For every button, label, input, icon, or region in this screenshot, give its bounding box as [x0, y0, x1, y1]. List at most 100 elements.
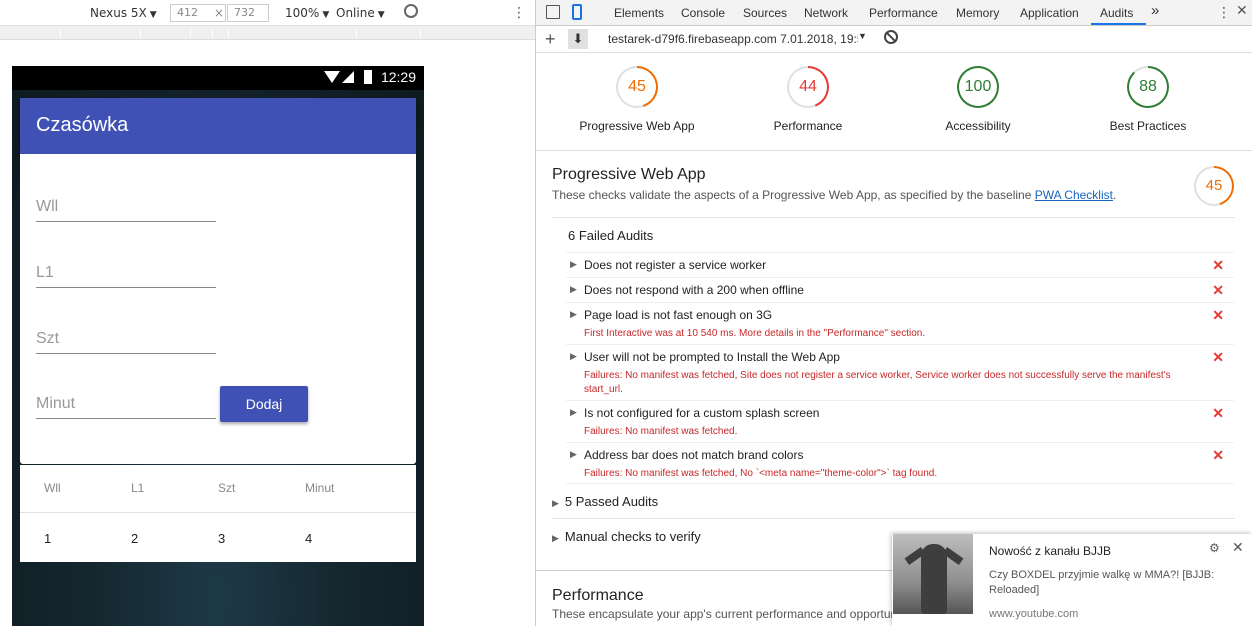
more-tabs-icon[interactable]: »	[1151, 2, 1159, 19]
audit-row[interactable]: ▶ Does not register a service worker ✕	[566, 252, 1234, 277]
tab-elements[interactable]: Elements	[614, 6, 664, 20]
score-best-practices[interactable]: 88 Best Practices	[1088, 66, 1208, 133]
tab-console[interactable]: Console	[681, 6, 725, 20]
devtools-menu-icon[interactable]: ⋮	[1217, 6, 1231, 20]
minut-input[interactable]: Minut	[36, 391, 216, 419]
audit-row[interactable]: ▶ Does not respond with a 200 when offli…	[566, 277, 1234, 302]
notification-thumbnail	[893, 534, 973, 614]
network-select[interactable]: Online ▼	[336, 6, 385, 20]
device-pane: Nexus 5X ▼ 412 × 732 100% ▼ Online ▼ ⋮ 12:2…	[0, 0, 535, 626]
audit-title: Address bar does not match brand colors	[584, 448, 804, 462]
notification-body: Czy BOXDEL przyjmie walkę w MMA?! [BJJB:…	[989, 569, 1215, 596]
manual-checks-label: Manual checks to verify	[564, 529, 701, 544]
manual-checks-toggle[interactable]: ▶ Manual checks to verify	[552, 529, 701, 544]
form-card: Wll L1 Szt Minut Dodaj	[20, 154, 416, 464]
tab-application[interactable]: Application	[1020, 6, 1079, 20]
results-table: Wll L1 Szt Minut 1 2 3 4	[20, 465, 416, 562]
close-devtools-icon[interactable]: ✕	[1236, 3, 1248, 19]
expand-arrow-icon[interactable]: ▶	[570, 309, 577, 320]
close-icon[interactable]: ✕	[1232, 539, 1244, 556]
dropdown-arrow-icon[interactable]: ▼	[858, 31, 867, 41]
audit-title: User will not be prompted to Install the…	[584, 350, 840, 364]
score-value: 45	[1196, 168, 1232, 204]
score-value: 88	[1129, 68, 1167, 106]
expand-arrow-icon[interactable]: ▶	[570, 284, 577, 295]
dropdown-arrow-icon: ▼	[322, 10, 330, 20]
expand-arrow-icon[interactable]: ▶	[570, 407, 577, 418]
audit-row[interactable]: ▶ Address bar does not match brand color…	[566, 442, 1234, 484]
passed-audits-toggle[interactable]: ▶ 5 Passed Audits	[552, 494, 658, 509]
dropdown-arrow-icon: ▼	[149, 10, 157, 20]
score-gauge: 100	[957, 66, 999, 108]
divider	[552, 518, 1235, 519]
rotate-icon[interactable]	[404, 4, 418, 18]
audit-row[interactable]: ▶ Is not configured for a custom splash …	[566, 400, 1234, 442]
devtools-pane: Elements Console Sources Network Perform…	[536, 0, 1252, 626]
device-select[interactable]: Nexus 5X ▼	[90, 6, 157, 20]
expand-arrow-icon[interactable]: ▶	[570, 259, 577, 270]
table-header-minut: Minut	[305, 481, 335, 495]
height-input[interactable]: 732	[227, 4, 269, 22]
fail-icon: ✕	[1212, 447, 1224, 463]
pwa-checklist-link[interactable]: PWA Checklist	[1035, 188, 1113, 202]
szt-input[interactable]: Szt	[36, 326, 216, 354]
table-cell: 4	[305, 531, 313, 546]
gear-icon[interactable]: ⚙	[1209, 541, 1220, 555]
l1-input[interactable]: L1	[36, 260, 216, 288]
audit-row[interactable]: ▶ Page load is not fast enough on 3G Fir…	[566, 302, 1234, 344]
score-performance[interactable]: 44 Performance	[748, 66, 868, 133]
table-cell: 2	[131, 531, 139, 546]
fail-icon: ✕	[1212, 405, 1224, 421]
pwa-score-gauge: 45	[1194, 166, 1234, 206]
audit-row[interactable]: ▶ User will not be prompted to Install t…	[566, 344, 1234, 400]
table-header-l1: L1	[131, 481, 145, 495]
score-pwa[interactable]: 45 Progressive Web App	[577, 66, 697, 133]
table-header-wll: Wll	[44, 481, 61, 495]
tab-network[interactable]: Network	[804, 6, 848, 20]
score-gauge: 45	[616, 66, 658, 108]
section-title: Performance	[552, 587, 644, 604]
status-bar: 12:29	[12, 66, 424, 90]
audit-detail: Failures: No manifest was fetched, No `<…	[584, 468, 938, 479]
battery-icon	[364, 70, 372, 84]
score-accessibility[interactable]: 100 Accessibility	[918, 66, 1038, 133]
app-title: Czasówka	[20, 98, 416, 154]
audit-detail: Failures: No manifest was fetched, Site …	[584, 370, 1171, 395]
table-cell: 3	[218, 531, 226, 546]
description-text: These checks validate the aspects of a P…	[552, 188, 1035, 202]
fail-icon: ✕	[1212, 257, 1224, 273]
expand-arrow-icon[interactable]: ▶	[552, 533, 559, 543]
tab-audits[interactable]: Audits	[1100, 6, 1133, 20]
more-options-icon[interactable]: ⋮	[512, 6, 526, 20]
active-tab-indicator	[1091, 23, 1146, 25]
notification-popup[interactable]: Nowość z kanału BJJB Czy BOXDEL przyjmie…	[892, 534, 1252, 626]
audit-detail: Failures: No manifest was fetched.	[584, 426, 738, 437]
audit-title: Is not configured for a custom splash sc…	[584, 406, 820, 420]
tab-sources[interactable]: Sources	[743, 6, 787, 20]
expand-arrow-icon[interactable]: ▶	[552, 498, 559, 508]
devtools-tabbar: Elements Console Sources Network Perform…	[536, 0, 1252, 26]
audit-detail: First Interactive was at 10 540 ms. More…	[584, 328, 926, 339]
failed-audits-header[interactable]: 6 Failed Audits	[568, 228, 1251, 243]
expand-arrow-icon[interactable]: ▶	[570, 449, 577, 460]
new-audit-icon[interactable]: +	[545, 29, 556, 50]
score-value: 100	[959, 68, 997, 106]
download-report-icon[interactable]: ⬇	[568, 29, 588, 49]
pwa-section-header: Progressive Web App These checks validat…	[552, 166, 1242, 202]
device-toggle-icon[interactable]	[572, 4, 582, 20]
expand-arrow-icon[interactable]: ▶	[570, 351, 577, 362]
tab-performance[interactable]: Performance	[869, 6, 938, 20]
score-value: 45	[618, 68, 656, 106]
performance-section-header: Performance These encapsulate your app's…	[552, 587, 895, 621]
report-selector[interactable]: testarek-d79f6.firebaseapp.com 7.01.2018…	[608, 32, 858, 46]
phone-viewport: 12:29 Czasówka Wll L1 Szt Minut Dodaj Wl…	[12, 66, 424, 626]
divider	[552, 217, 1235, 218]
table-cell: 1	[44, 531, 52, 546]
clear-icon[interactable]	[884, 30, 898, 44]
tab-memory[interactable]: Memory	[956, 6, 999, 20]
zoom-select[interactable]: 100% ▼	[285, 6, 329, 20]
score-label: Performance	[773, 119, 843, 133]
add-button[interactable]: Dodaj	[220, 386, 308, 422]
inspect-icon[interactable]	[546, 5, 560, 19]
wll-input[interactable]: Wll	[36, 194, 216, 222]
